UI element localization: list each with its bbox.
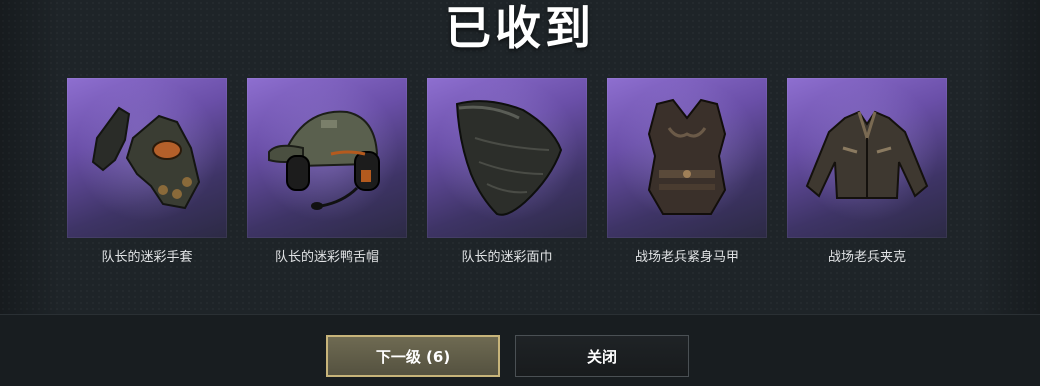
- close-button[interactable]: 关闭: [515, 335, 689, 377]
- face-mask-icon: [455, 100, 563, 216]
- reward-tile[interactable]: [787, 78, 947, 238]
- reward-card[interactable]: 队长的迷彩鸭舌帽: [247, 78, 407, 265]
- gloves-icon: [91, 106, 201, 210]
- reward-card[interactable]: 队长的迷彩面巾: [427, 78, 587, 265]
- reward-name: 队长的迷彩鸭舌帽: [274, 250, 379, 265]
- reward-name: 队长的迷彩手套: [101, 250, 193, 265]
- page-title: 已收到: [445, 1, 595, 55]
- reward-list: 队长的迷彩手套 队长的迷彩鸭舌帽 队长的迷彩面巾 战场老兵紧身马甲 战场老兵夹克: [67, 78, 947, 265]
- reward-card[interactable]: 战场老兵紧身马甲: [607, 78, 767, 265]
- cap-with-headset-icon: [268, 110, 380, 210]
- reward-name: 队长的迷彩面巾: [461, 250, 553, 265]
- reward-card[interactable]: 队长的迷彩手套: [67, 78, 227, 265]
- reward-tile[interactable]: [427, 78, 587, 238]
- reward-card[interactable]: 战场老兵夹克: [787, 78, 947, 265]
- reward-tile[interactable]: [247, 78, 407, 238]
- reward-tile[interactable]: [607, 78, 767, 238]
- reward-name: 战场老兵紧身马甲: [634, 250, 739, 265]
- reward-tile[interactable]: [67, 78, 227, 238]
- reward-name: 战场老兵夹克: [827, 250, 906, 265]
- next-level-button[interactable]: 下一级 (6): [326, 335, 500, 377]
- vest-icon: [647, 98, 727, 215]
- jacket-icon: [805, 110, 929, 199]
